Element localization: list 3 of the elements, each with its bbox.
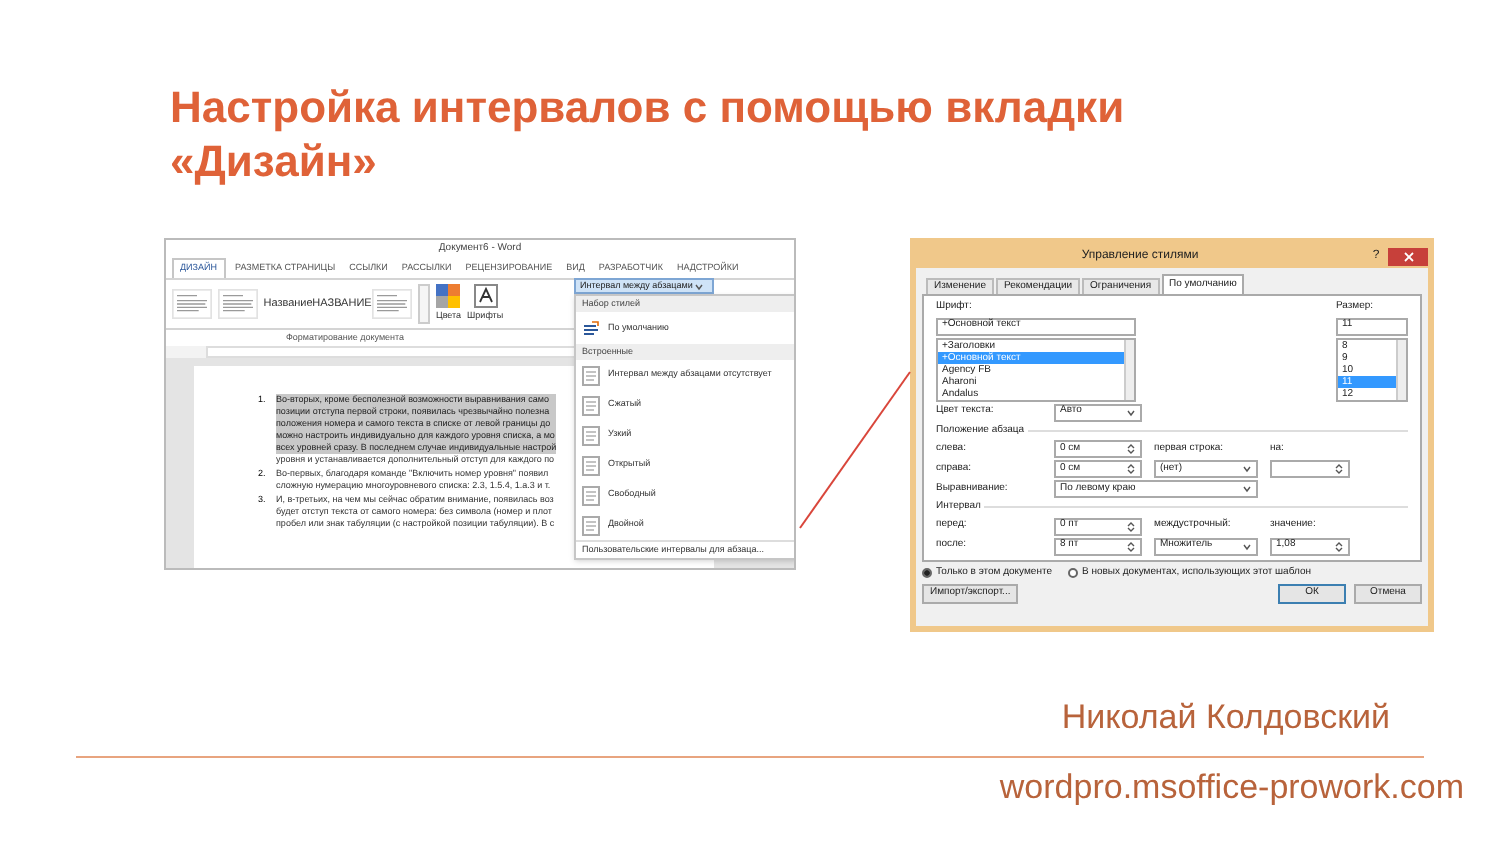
slide-title: Настройка интервалов с помощью вкладки «Дизайн» — [170, 80, 1127, 188]
author-name: Николай Колдовский — [1061, 696, 1390, 740]
website-address: wordpro.msoffice-prowork.com — [999, 765, 1464, 809]
